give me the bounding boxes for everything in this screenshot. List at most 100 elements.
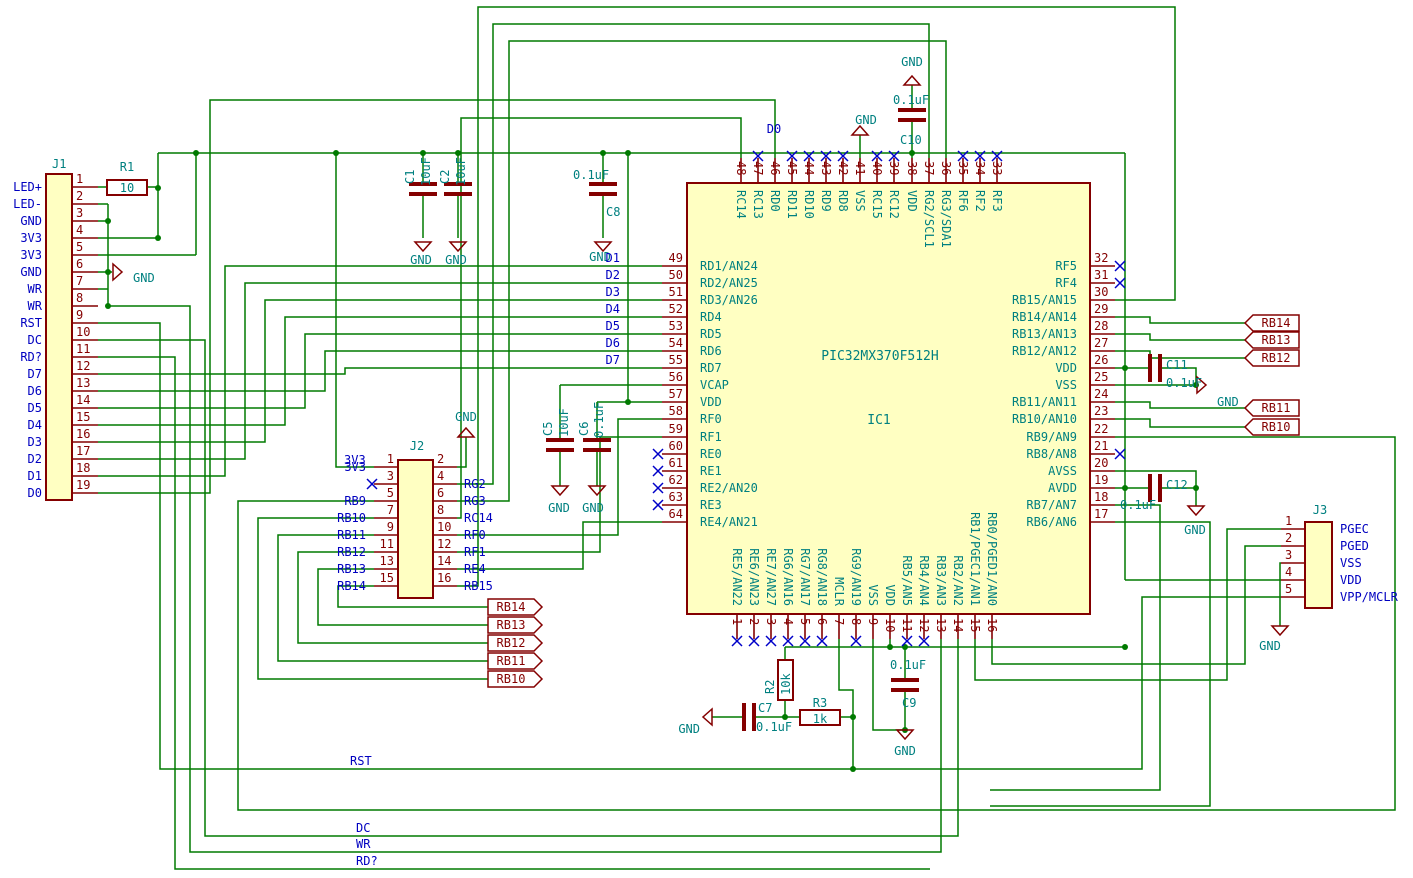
component-label[interactable]: 0.1uF [890,658,926,672]
pin-number: 44 [802,161,816,175]
component-label[interactable]: 0.1uF [1166,376,1202,390]
net-label[interactable]: D4 [606,302,620,316]
component-label[interactable]: C12 [1166,478,1188,492]
net-label[interactable]: D7 [606,353,620,367]
net-label[interactable]: D6 [606,336,620,350]
component-label[interactable]: C7 [758,701,772,715]
pin-net-name: GND [20,265,42,279]
component-label[interactable]: J3 [1313,503,1327,517]
component-label[interactable]: 0.1uF [592,402,606,438]
component-label[interactable]: 0.1uF [756,720,792,734]
pin-name: RB13/AN13 [1012,327,1077,341]
pin-net-name: RB10 [337,511,366,525]
component-label[interactable]: 0.1uF [1120,498,1156,512]
component-label[interactable]: C10 [900,133,922,147]
component-label[interactable]: GND [678,722,700,736]
junction-dot [420,150,426,156]
component-label[interactable]: R3 [813,696,827,710]
pin-number: 3 [1285,548,1292,562]
component-label[interactable]: GND [894,744,916,758]
pin-name: RC13 [751,190,765,219]
net-label[interactable]: WR [356,837,371,851]
pin-number: 7 [832,618,846,625]
component-label[interactable]: GND [855,113,877,127]
pin-name: RB6/AN6 [1026,515,1077,529]
net-label[interactable]: RD? [356,854,378,868]
pin-number: 63 [669,490,683,504]
pin-number: 46 [768,161,782,175]
pin-number: 60 [669,439,683,453]
pin-number: 18 [1094,490,1108,504]
pin-name: AVDD [1048,481,1077,495]
component-label[interactable]: 0.1uF [573,168,609,182]
component-label[interactable]: IC1 [867,413,890,428]
pin-net-name: PGEC [1340,522,1369,536]
pin-number: 5 [387,486,394,500]
component-label[interactable]: GND [1184,523,1206,537]
component-label[interactable]: 1k [813,712,828,726]
pin-number: 9 [387,520,394,534]
component-label[interactable]: J1 [52,157,66,171]
component-label[interactable]: 10 [120,181,134,195]
junction-dot [455,150,461,156]
net-label[interactable]: DC [356,821,370,835]
component-label[interactable]: C2 [438,170,452,184]
pin-name: RB3/AN3 [934,555,948,606]
junction-dot [105,218,111,224]
component-label[interactable]: GND [582,501,604,515]
net-label[interactable]: RST [350,754,372,768]
component-label[interactable]: C5 [541,422,555,436]
component-label[interactable]: GND [548,501,570,515]
junction-dot [1122,365,1128,371]
net-label[interactable]: 3V3 [344,453,366,467]
component-label[interactable]: J2 [410,439,424,453]
net-flag-text: RB10 [1262,420,1291,434]
pin-number: 38 [905,161,919,175]
pin-name: RB14/AN14 [1012,310,1077,324]
pin-number: 24 [1094,387,1108,401]
pin-net-name: RB13 [337,562,366,576]
component-label[interactable]: GND [455,410,477,424]
component-label[interactable]: C6 [577,422,591,436]
net-label[interactable]: D1 [606,251,620,265]
component-label[interactable]: GND [410,253,432,267]
pin-number: 61 [669,456,683,470]
pin-number: 43 [819,161,833,175]
component-label[interactable]: R2 [763,680,777,694]
cap-plate [546,448,574,452]
pin-name: RF6 [956,190,970,212]
component-label[interactable]: 10uF [454,157,468,186]
pin-net-name: D6 [28,384,42,398]
cap-plate [742,703,746,731]
component-label[interactable]: 0.1uF [893,93,929,107]
pin-number: 39 [887,161,901,175]
component-label[interactable]: C1 [403,170,417,184]
component-label[interactable]: GND [1217,395,1239,409]
component-label[interactable]: C9 [902,696,916,710]
component-label[interactable]: GND [1259,639,1281,653]
component-label[interactable]: C11 [1166,358,1188,372]
component-label[interactable]: PIC32MX370F512H [821,349,938,364]
component-label[interactable]: 10uF [419,157,433,186]
net-label[interactable]: D0 [767,122,781,136]
net-label[interactable]: D2 [606,268,620,282]
pin-number: 8 [437,503,444,517]
pin-name: RB12/AN12 [1012,344,1077,358]
pin-name: RF4 [1055,276,1077,290]
schematic-canvas[interactable]: 1LED+2LED-3GND43V353V36GND7WR8WR9RST10DC… [0,0,1413,878]
pin-name: RD11 [785,190,799,219]
net-label[interactable]: D5 [606,319,620,333]
pin-net-name: D4 [28,418,42,432]
component-label[interactable]: GND [133,271,155,285]
component-label[interactable]: C8 [606,205,620,219]
component-label[interactable]: GND [901,55,923,69]
component-label[interactable]: 10k [779,673,793,695]
pin-number: 23 [1094,404,1108,418]
pin-number: 25 [1094,370,1108,384]
net-label[interactable]: D3 [606,285,620,299]
ic-IC1[interactable]: 49RD1/AN2450RD2/AN2551RD3/AN2652RD453RD5… [662,158,1115,639]
component-label[interactable]: GND [445,253,467,267]
component-label[interactable]: R1 [120,160,134,174]
component-label[interactable]: 10uF [557,408,571,437]
pin-number: 2 [437,452,444,466]
